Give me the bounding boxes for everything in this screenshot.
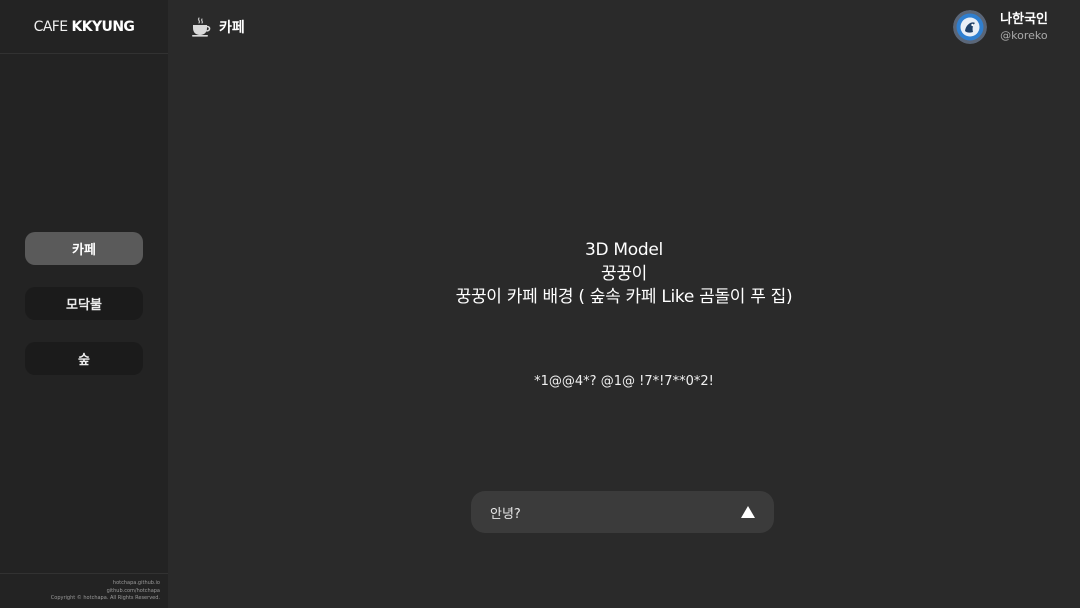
user-profile[interactable]: 나한국인 @koreko (953, 10, 1048, 44)
encoded-text: *1@@4*? @1@ !7*!7**0*2! (534, 374, 714, 389)
sidebar-item-cafe[interactable]: 카페 (25, 232, 143, 265)
sidebar: CAFE KKYUNG 카페 모닥불 숲 hotchapa.github.io … (0, 0, 168, 608)
user-name: 나한국인 (1000, 12, 1048, 27)
sidebar-item-campfire[interactable]: 모닥불 (25, 287, 143, 320)
sidebar-item-label: 모닥불 (66, 298, 102, 313)
chat-box (471, 491, 774, 533)
brand-logo[interactable]: CAFE KKYUNG (0, 0, 168, 54)
sidebar-nav: 카페 모닥불 숲 (25, 232, 143, 397)
page-title-text: 카페 (219, 20, 245, 36)
app-root: CAFE KKYUNG 카페 모닥불 숲 hotchapa.github.io … (0, 0, 1080, 608)
footer-github-link[interactable]: github.com/hotchapa (0, 588, 160, 596)
sidebar-item-forest[interactable]: 숲 (25, 342, 143, 375)
model-name: 꿍꿍이 (600, 263, 648, 284)
sidebar-item-label: 카페 (72, 243, 96, 258)
sidebar-footer: hotchapa.github.io github.com/hotchapa C… (0, 573, 168, 608)
triangle-up-icon (741, 506, 755, 518)
chat-input[interactable] (490, 504, 740, 520)
coffee-cup-icon (192, 17, 211, 37)
user-text: 나한국인 @koreko (1000, 11, 1048, 43)
model-type: 3D Model (585, 240, 663, 260)
brand-light-text: CAFE (33, 18, 68, 35)
footer-copyright: Copyright © hotchapa. All Rights Reserve… (50, 595, 160, 601)
model-description: 꿍꿍이 카페 배경 ( 숲속 카페 Like 곰돌이 푸 집) (455, 287, 793, 307)
top-header: 카페 나한국인 @koreko (168, 0, 1080, 54)
brand-bold-text: KKYUNG (71, 18, 135, 35)
avatar[interactable] (953, 10, 988, 44)
page-title: 카페 (190, 16, 245, 38)
user-handle: @koreko (1000, 29, 1048, 42)
send-button[interactable] (740, 504, 756, 520)
model-info: 3D Model 꿍꿍이 꿍꿍이 카페 배경 ( 숲속 카페 Like 곰돌이 … (168, 239, 1080, 310)
sidebar-item-label: 숲 (78, 353, 90, 368)
footer-site-link[interactable]: hotchapa.github.io (0, 580, 160, 588)
main-content: 3D Model 꿍꿍이 꿍꿍이 카페 배경 ( 숲속 카페 Like 곰돌이 … (168, 54, 1080, 608)
